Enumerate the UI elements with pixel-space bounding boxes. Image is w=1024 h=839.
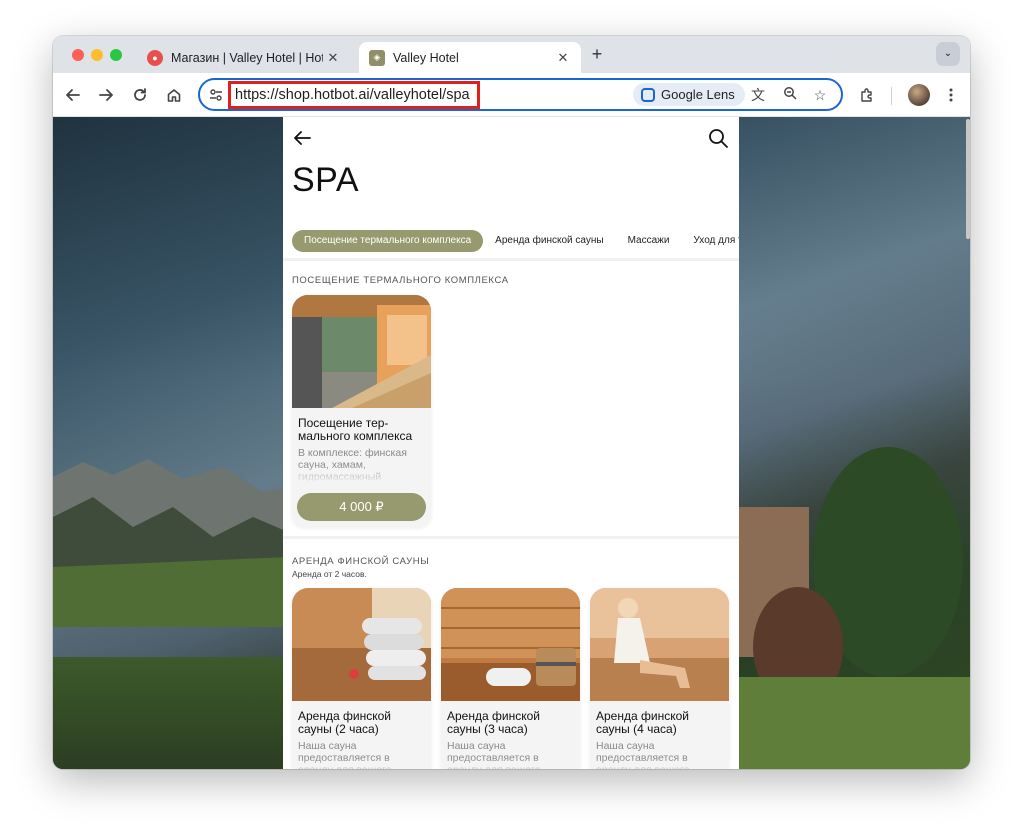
valley-hotel-icon: ◈ — [369, 49, 385, 66]
product-card-sauna-3h[interactable]: Аренда финской сауны (3 часа) Наша сауна… — [441, 588, 580, 769]
tab-sauna-rental[interactable]: Аренда финской сауны — [483, 230, 615, 252]
maximize-window-button[interactable] — [110, 49, 122, 61]
forward-button[interactable] — [94, 83, 118, 107]
add-to-cart-button[interactable]: 4 000 ₽ — [297, 493, 426, 521]
section-title-sauna: Аренда финской сауны — [292, 556, 430, 567]
category-tabs: Посещение термального комплекса Аренда фи… — [292, 230, 739, 252]
product-name: Аренда финской сауны (2 часа) — [298, 709, 391, 736]
browser-window: ● Магазин | Valley Hotel | Hotbot ✕ ◈ Va… — [53, 36, 970, 769]
hotbot-flame-icon: ● — [147, 49, 163, 66]
product-description: В комплексе: финская сауна, хамам, гидро… — [298, 447, 407, 483]
translate-icon[interactable]: 文 — [748, 85, 768, 105]
reload-icon — [134, 88, 146, 101]
background-valley — [53, 657, 283, 769]
close-window-button[interactable] — [72, 49, 84, 61]
tab-hotbot-shop[interactable]: ● Магазин | Valley Hotel | Hotbot ✕ — [137, 42, 351, 73]
kebab-menu-icon — [949, 88, 953, 102]
section-title-thermal: Посещение термального комплекса — [292, 275, 509, 286]
product-description: Наша сауна предоставляется в аренду для … — [596, 740, 689, 769]
close-tab-icon[interactable]: ✕ — [323, 50, 343, 66]
product-image-towels — [292, 588, 431, 701]
search-icon[interactable] — [707, 127, 729, 149]
section-divider — [283, 536, 739, 539]
product-image-thermal — [292, 295, 431, 408]
zoom-icon[interactable] — [780, 85, 800, 105]
product-card-sauna-4h[interactable]: Аренда финской сауны (4 часа) Наша сауна… — [590, 588, 729, 769]
tab-valley-hotel[interactable]: ◈ Valley Hotel ✕ — [359, 42, 581, 73]
home-button[interactable] — [162, 83, 186, 107]
product-name: Аренда финской сауны (4 часа) — [596, 709, 689, 736]
minimize-window-button[interactable] — [91, 49, 103, 61]
back-button[interactable] — [61, 83, 85, 107]
page-title: SPA — [292, 161, 360, 199]
product-name: Посещение тер-мального комплекса — [298, 416, 413, 443]
arrow-left-icon — [66, 89, 80, 101]
tab-strip: ● Магазин | Valley Hotel | Hotbot ✕ ◈ Va… — [53, 36, 970, 73]
address-bar[interactable]: https://shop.hotbot.ai/valleyhotel/spa G… — [198, 78, 843, 111]
product-description: Наша сауна предоставляется в аренду для … — [447, 740, 540, 769]
product-card-sauna-2h[interactable]: Аренда финской сауны (2 часа) Наша сауна… — [292, 588, 431, 769]
browser-menu-button[interactable] — [939, 83, 963, 107]
section-subtitle-sauna: Аренда от 2 часов. — [292, 569, 367, 579]
tabs-divider — [283, 258, 739, 261]
product-description: Наша сауна предоставляется в аренду для … — [298, 740, 391, 769]
tab-massages[interactable]: Массажи — [616, 230, 682, 252]
google-lens-label: Google Lens — [661, 87, 735, 102]
tab-search-button[interactable]: ⌄ — [936, 42, 960, 66]
google-lens-icon — [641, 87, 655, 102]
background-mountain-image — [53, 459, 288, 627]
url-text[interactable]: https://shop.hotbot.ai/valleyhotel/spa — [228, 81, 480, 109]
product-image-woman-sauna — [590, 588, 729, 701]
tab-title: Магазин | Valley Hotel | Hotbot — [171, 50, 323, 65]
toolbar-divider — [891, 87, 892, 105]
back-arrow-icon[interactable] — [291, 127, 313, 149]
close-tab-icon[interactable]: ✕ — [553, 50, 573, 66]
background-lawn — [739, 677, 970, 769]
product-card-thermal-visit[interactable]: Посещение тер-мального комплекса В компл… — [292, 295, 431, 527]
new-tab-button[interactable]: + — [587, 44, 607, 64]
product-name: Аренда финской сауны (3 часа) — [447, 709, 540, 736]
google-lens-button[interactable]: Google Lens — [633, 83, 745, 106]
shop-panel: SPA Посещение термального комплекса Аренд… — [283, 117, 739, 769]
profile-avatar[interactable] — [908, 84, 930, 106]
toolbar: https://shop.hotbot.ai/valleyhotel/spa G… — [53, 73, 970, 117]
puzzle-icon — [861, 88, 872, 102]
tab-body-care[interactable]: Уход для т — [681, 230, 739, 252]
page-viewport: SPA Посещение термального комплекса Аренд… — [53, 117, 970, 769]
product-image-sauna-bucket — [441, 588, 580, 701]
bookmark-star-icon[interactable]: ☆ — [810, 85, 830, 105]
extensions-button[interactable] — [855, 83, 879, 107]
site-settings-icon[interactable] — [208, 87, 224, 103]
tab-thermal-complex[interactable]: Посещение термального комплекса — [292, 230, 484, 252]
home-icon — [167, 89, 181, 102]
arrow-right-icon — [99, 89, 113, 101]
page-scrollbar[interactable] — [966, 119, 970, 239]
tab-title: Valley Hotel — [393, 50, 459, 65]
reload-button[interactable] — [128, 83, 152, 107]
